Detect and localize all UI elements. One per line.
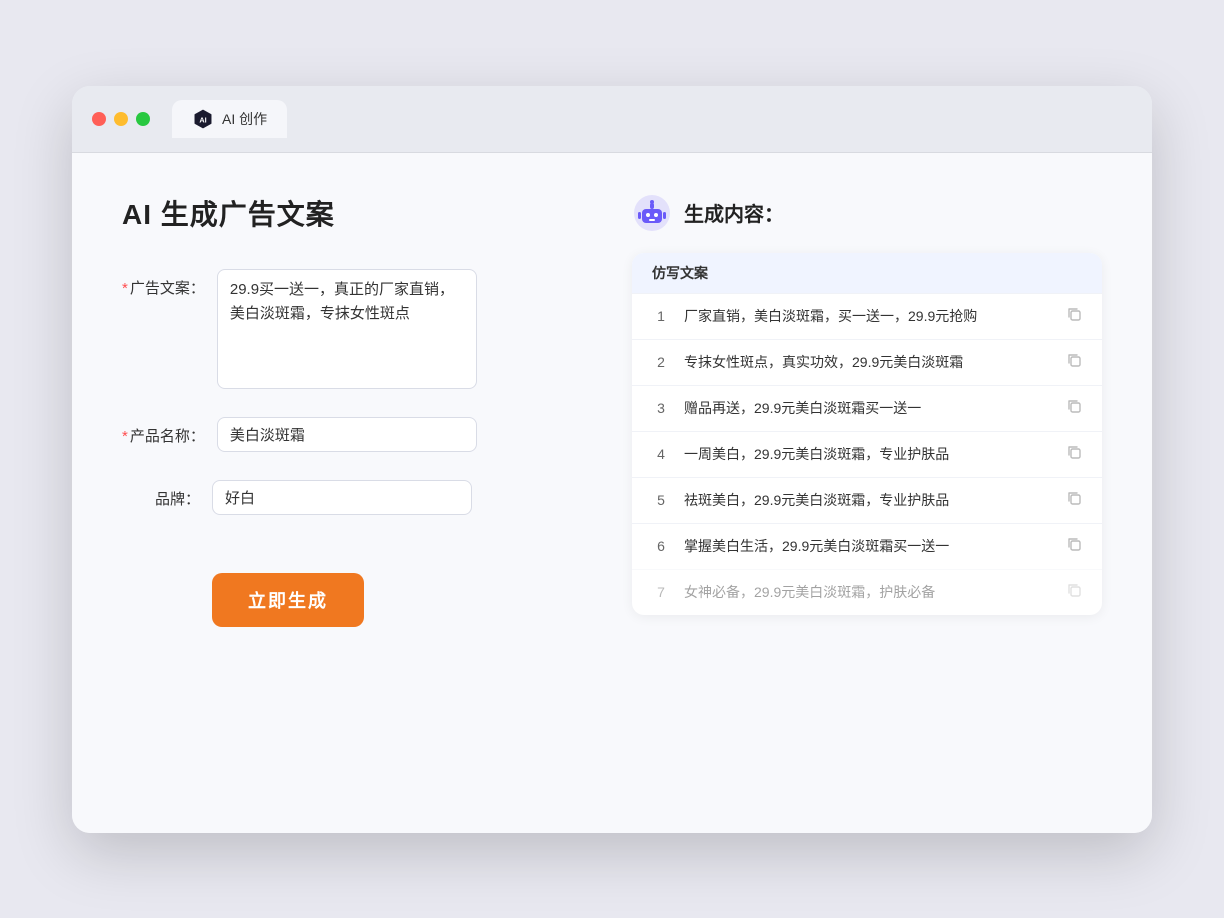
table-row: 3 赠品再送，29.9元美白淡斑霜买一送一: [632, 385, 1102, 431]
result-title: 生成内容：: [684, 198, 784, 227]
result-table: 仿写文案 1 厂家直销，美白淡斑霜，买一送一，29.9元抢购 2 专抹女性斑点，真实…: [632, 253, 1102, 615]
table-row: 2 专抹女性斑点，真实功效，29.9元美白淡斑霜: [632, 339, 1102, 385]
svg-text:AI: AI: [199, 115, 206, 124]
required-star: *: [122, 280, 128, 297]
copy-icon[interactable]: [1066, 490, 1082, 511]
brand-label: 品牌：: [122, 480, 212, 509]
browser-window: AI AI 创作 AI 生成广告文案 *广告文案： 29.9买一送一，真正的厂家…: [72, 86, 1152, 833]
robot-icon: [632, 193, 672, 233]
left-panel: AI 生成广告文案 *广告文案： 29.9买一送一，真正的厂家直销，美白淡斑霜，…: [122, 193, 592, 793]
traffic-lights: [92, 112, 150, 126]
ad-copy-label: *广告文案：: [122, 269, 217, 298]
row-number: 3: [652, 400, 670, 416]
titlebar: AI AI 创作: [72, 86, 1152, 153]
required-star-2: *: [122, 428, 128, 445]
ai-tab-icon: AI: [192, 108, 214, 130]
tab-label: AI 创作: [222, 109, 267, 129]
maximize-button[interactable]: [136, 112, 150, 126]
brand-field[interactable]: [212, 480, 472, 515]
row-number: 6: [652, 538, 670, 554]
close-button[interactable]: [92, 112, 106, 126]
result-header: 生成内容：: [632, 193, 1102, 233]
copy-icon[interactable]: [1066, 444, 1082, 465]
copy-icon[interactable]: [1066, 306, 1082, 327]
product-name-label: *产品名称：: [122, 417, 217, 446]
row-number: 5: [652, 492, 670, 508]
product-name-row: *产品名称：: [122, 417, 592, 452]
ad-copy-field[interactable]: 29.9买一送一，真正的厂家直销，美白淡斑霜，专抹女性斑点: [217, 269, 477, 389]
row-number: 2: [652, 354, 670, 370]
table-header: 仿写文案: [632, 253, 1102, 293]
table-row: 4 一周美白，29.9元美白淡斑霜，专业护肤品: [632, 431, 1102, 477]
browser-content: AI 生成广告文案 *广告文案： 29.9买一送一，真正的厂家直销，美白淡斑霜，…: [72, 153, 1152, 833]
table-row: 5 祛斑美白，29.9元美白淡斑霜，专业护肤品: [632, 477, 1102, 523]
ad-copy-row: *广告文案： 29.9买一送一，真正的厂家直销，美白淡斑霜，专抹女性斑点: [122, 269, 592, 389]
right-panel: 生成内容： 仿写文案 1 厂家直销，美白淡斑霜，买一送一，29.9元抢购 2 专抹女…: [632, 193, 1102, 793]
product-name-field[interactable]: [217, 417, 477, 452]
row-number: 1: [652, 308, 670, 324]
table-row: 6 掌握美白生活，29.9元美白淡斑霜买一送一: [632, 523, 1102, 569]
row-text: 赠品再送，29.9元美白淡斑霜买一送一: [684, 398, 1052, 419]
copy-icon[interactable]: [1066, 352, 1082, 373]
table-row: 1 厂家直销，美白淡斑霜，买一送一，29.9元抢购: [632, 293, 1102, 339]
row-text: 祛斑美白，29.9元美白淡斑霜，专业护肤品: [684, 490, 1052, 511]
copy-icon[interactable]: [1066, 398, 1082, 419]
page-title: AI 生成广告文案: [122, 193, 592, 233]
brand-row: 品牌：: [122, 480, 592, 515]
ai-tab[interactable]: AI AI 创作: [172, 100, 287, 138]
row-text: 专抹女性斑点，真实功效，29.9元美白淡斑霜: [684, 352, 1052, 373]
minimize-button[interactable]: [114, 112, 128, 126]
row-text: 厂家直销，美白淡斑霜，买一送一，29.9元抢购: [684, 306, 1052, 327]
table-row: 7 女神必备，29.9元美白淡斑霜，护肤必备: [632, 569, 1102, 615]
row-text: 女神必备，29.9元美白淡斑霜，护肤必备: [684, 582, 1052, 603]
result-rows-container: 1 厂家直销，美白淡斑霜，买一送一，29.9元抢购 2 专抹女性斑点，真实功效，29…: [632, 293, 1102, 615]
generate-button[interactable]: 立即生成: [212, 573, 364, 627]
row-text: 一周美白，29.9元美白淡斑霜，专业护肤品: [684, 444, 1052, 465]
row-number: 7: [652, 584, 670, 600]
copy-icon[interactable]: [1066, 582, 1082, 603]
row-number: 4: [652, 446, 670, 462]
copy-icon[interactable]: [1066, 536, 1082, 557]
row-text: 掌握美白生活，29.9元美白淡斑霜买一送一: [684, 536, 1052, 557]
